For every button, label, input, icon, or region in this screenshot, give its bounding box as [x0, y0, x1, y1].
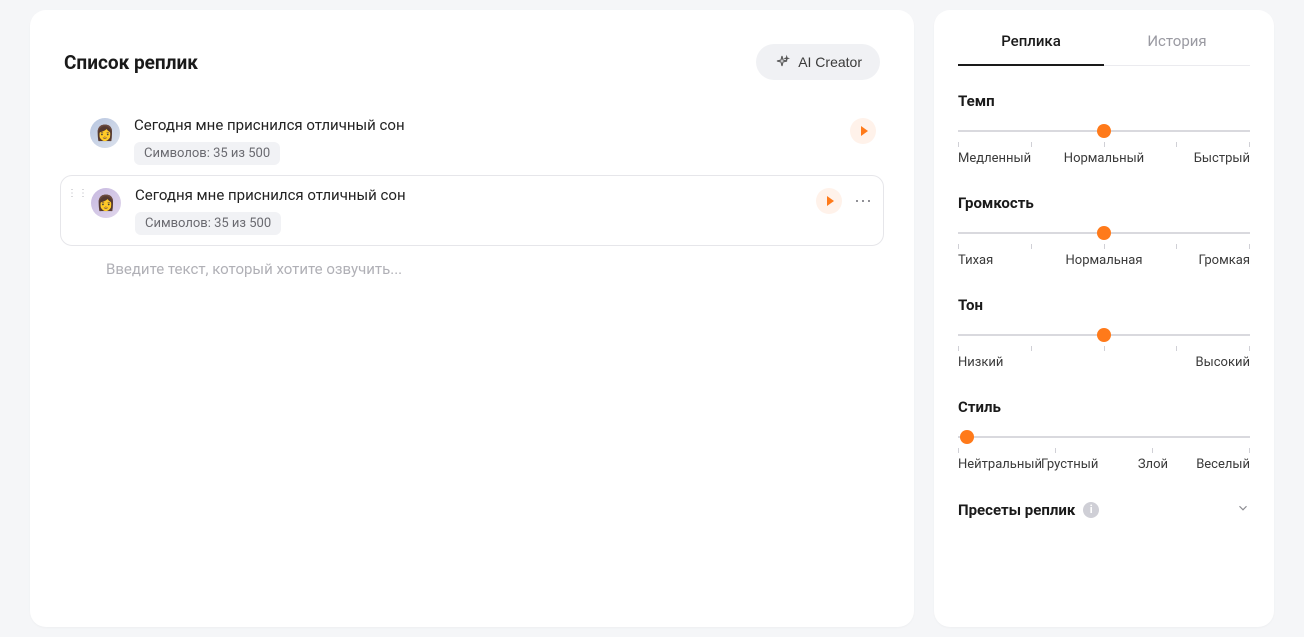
presets-title: Пресеты реплик [958, 501, 1075, 519]
slider-label: Медленный [958, 151, 1055, 166]
play-button[interactable] [816, 188, 842, 214]
new-replica-input[interactable]: Введите текст, который хотите озвучить..… [60, 246, 884, 292]
more-icon: ⋯ [854, 191, 873, 211]
chevron-down-icon [1236, 500, 1250, 519]
main-panel: Список реплик AI Creator 👩 Сегодня мне п… [30, 10, 914, 627]
presets-toggle[interactable]: Пресеты реплик i [958, 500, 1250, 519]
slider-tempo-thumb[interactable] [1097, 124, 1111, 138]
replica-body: Сегодня мне приснился отличный сон Симво… [134, 116, 850, 165]
replica-text: Сегодня мне приснился отличный сон [134, 116, 850, 134]
play-button[interactable] [850, 118, 876, 144]
slider-label: Быстрый [1153, 151, 1250, 166]
slider-style-track[interactable] [958, 430, 1250, 444]
page-title: Список реплик [64, 51, 198, 74]
presets-left: Пресеты реплик i [958, 501, 1099, 519]
info-icon[interactable]: i [1083, 502, 1099, 518]
slider-volume-title: Громкость [958, 194, 1250, 212]
slider-volume-labels: Тихая Нормальная Громкая [958, 253, 1250, 268]
slider-ticks [958, 346, 1250, 351]
ai-creator-label: AI Creator [798, 54, 862, 70]
slider-tone-thumb[interactable] [1097, 328, 1111, 342]
avatar[interactable]: 👩 [91, 188, 121, 218]
play-icon [827, 196, 834, 206]
replica-actions: ⋯ [816, 186, 875, 214]
slider-label: Низкий [958, 355, 1055, 370]
side-panel: Реплика История Темп Медленный Нормальны… [934, 10, 1274, 627]
slider-style-thumb[interactable] [960, 430, 974, 444]
tab-history[interactable]: История [1104, 32, 1250, 65]
slider-tempo-title: Темп [958, 92, 1250, 110]
replica-body: Сегодня мне приснился отличный сон Симво… [135, 186, 816, 235]
drag-icon: ⋮⋮ [67, 192, 89, 195]
slider-label: Нормальный [1055, 151, 1152, 166]
tab-replica[interactable]: Реплика [958, 32, 1104, 66]
slider-ticks [958, 244, 1250, 249]
avatar[interactable]: 👩 [90, 118, 120, 148]
slider-label: Веселый [1181, 457, 1250, 472]
replica-actions [850, 116, 876, 144]
tabs: Реплика История [958, 32, 1250, 66]
slider-volume-thumb[interactable] [1097, 226, 1111, 240]
slider-tempo-labels: Медленный Нормальный Быстрый [958, 151, 1250, 166]
slider-label: Нейтральный [958, 457, 1042, 472]
slider-ticks [958, 448, 1250, 453]
slider-label: Тихая [958, 253, 1055, 268]
replica-item[interactable]: 👩 Сегодня мне приснился отличный сон Сим… [60, 106, 884, 175]
slider-label: Злой [1118, 457, 1187, 472]
char-count-badge: Символов: 35 из 500 [135, 212, 281, 235]
slider-label [1055, 355, 1152, 370]
slider-tone-title: Тон [958, 296, 1250, 314]
replica-item[interactable]: ⋮⋮ 👩 Сегодня мне приснился отличный сон … [60, 175, 884, 246]
slider-tone-track[interactable] [958, 328, 1250, 342]
slider-label: Громкая [1153, 253, 1250, 268]
ai-creator-button[interactable]: AI Creator [756, 44, 880, 80]
slider-label: Высокий [1153, 355, 1250, 370]
replica-text: Сегодня мне приснился отличный сон [135, 186, 816, 204]
slider-tone-labels: Низкий Высокий [958, 355, 1250, 370]
slider-label: Грустный [1035, 457, 1104, 472]
slider-tempo: Темп Медленный Нормальный Быстрый [958, 92, 1250, 166]
more-button[interactable]: ⋯ [852, 191, 875, 212]
slider-label: Нормальная [1055, 253, 1152, 268]
slider-tempo-track[interactable] [958, 124, 1250, 138]
char-count-badge: Символов: 35 из 500 [134, 142, 280, 165]
slider-ticks [958, 142, 1250, 147]
slider-track-line [958, 436, 1250, 438]
main-header: Список реплик AI Creator [60, 44, 884, 80]
slider-style-labels: Нейтральный Грустный Злой Веселый [958, 457, 1250, 472]
slider-style: Стиль Нейтральный Грустный Злой Веселый [958, 398, 1250, 472]
slider-volume: Громкость Тихая Нормальная Громкая [958, 194, 1250, 268]
slider-volume-track[interactable] [958, 226, 1250, 240]
slider-tone: Тон Низкий Высокий [958, 296, 1250, 370]
sparkle-icon [774, 54, 790, 70]
slider-style-title: Стиль [958, 398, 1250, 416]
play-icon [861, 126, 868, 136]
drag-handle[interactable]: ⋮⋮ [69, 186, 87, 195]
